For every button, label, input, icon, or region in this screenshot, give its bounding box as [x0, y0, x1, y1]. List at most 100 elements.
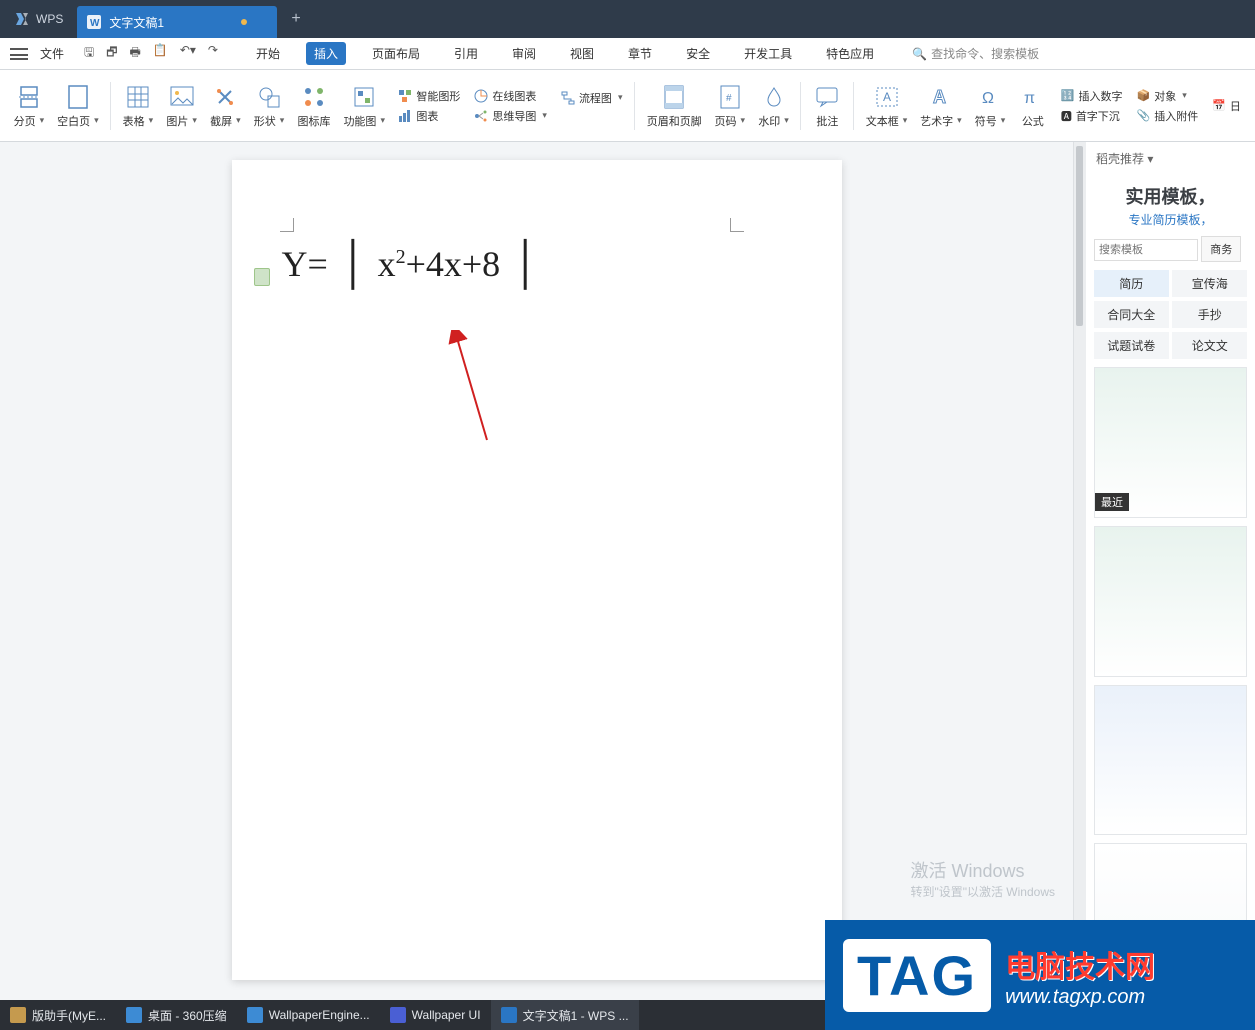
svg-text:#: #	[726, 93, 732, 104]
taskbar-item[interactable]: 版助手(MyE...	[0, 1000, 116, 1030]
tab-insert[interactable]: 插入	[306, 42, 346, 65]
paragraph-marker-icon[interactable]	[254, 268, 270, 286]
equation-button[interactable]: π 公式	[1013, 70, 1053, 141]
page-break-button[interactable]: 分页	[8, 70, 50, 141]
comment-label: 批注	[816, 113, 838, 129]
paste-icon[interactable]: 📋	[153, 43, 168, 64]
online-chart-button[interactable]: 在线图表	[474, 88, 547, 104]
chart-icon	[398, 109, 412, 123]
tab-review[interactable]: 审阅	[504, 42, 544, 65]
scrollbar-thumb[interactable]	[1076, 146, 1083, 326]
online-chart-label: 在线图表	[492, 88, 536, 104]
comment-button[interactable]: 批注	[807, 70, 847, 141]
save-icon[interactable]: 🖫	[84, 43, 94, 64]
print-icon[interactable]: 🖶	[130, 43, 141, 64]
panel-subtitle: 专业简历模板，	[1086, 211, 1255, 236]
tab-start[interactable]: 开始	[248, 42, 288, 65]
picture-button[interactable]: 图片	[161, 70, 203, 141]
smart-graphic-label: 智能图形	[416, 88, 460, 104]
smart-graphic-button[interactable]: 智能图形	[398, 88, 460, 104]
tab-developer[interactable]: 开发工具	[736, 42, 800, 65]
template-categories: 简历 宣传海 合同大全 手抄 试题试卷 论文文	[1092, 268, 1249, 361]
wordart-button[interactable]: A 艺术字	[915, 70, 967, 141]
object-button[interactable]: 📦对象	[1137, 88, 1199, 104]
date-label: 日	[1230, 98, 1241, 114]
redo-icon[interactable]: ↷	[208, 43, 218, 64]
tab-special[interactable]: 特色应用	[818, 42, 882, 65]
category-poster[interactable]: 宣传海	[1172, 270, 1247, 297]
category-handout[interactable]: 手抄	[1172, 301, 1247, 328]
func-diagram-label: 功能图	[343, 113, 385, 129]
watermark-label: 水印	[758, 113, 789, 129]
drop-cap-label: 首字下沉	[1076, 108, 1120, 124]
template-thumbnail[interactable]: 最近	[1094, 367, 1247, 518]
vertical-scrollbar[interactable]	[1073, 142, 1085, 1000]
red-arrow-annotation-icon	[447, 330, 507, 450]
category-exam[interactable]: 试题试卷	[1094, 332, 1169, 359]
online-chart-icon	[474, 89, 488, 103]
taskbar-item[interactable]: 桌面 - 360压缩	[116, 1000, 237, 1030]
command-search[interactable]: 🔍 查找命令、搜索模板	[912, 45, 1039, 62]
undo-icon[interactable]: ↶▾	[180, 43, 196, 64]
hamburger-icon[interactable]	[10, 48, 28, 60]
page-number-button[interactable]: # 页码	[709, 70, 751, 141]
tab-view[interactable]: 视图	[562, 42, 602, 65]
table-button[interactable]: 表格	[117, 70, 159, 141]
blank-page-icon	[64, 83, 92, 111]
blank-page-button[interactable]: 空白页	[52, 70, 104, 141]
watermark-line2: 转到"设置"以激活 Windows	[910, 883, 1055, 900]
attachment-button[interactable]: 📎插入附件	[1137, 108, 1199, 124]
taskbar-item-active[interactable]: 文字文稿1 - WPS ...	[491, 1000, 639, 1030]
equation-label: 公式	[1022, 113, 1044, 129]
insert-number-button[interactable]: 🔢插入数字	[1061, 88, 1123, 104]
template-thumbnail[interactable]	[1094, 526, 1247, 677]
file-menu[interactable]: 文件	[40, 45, 64, 62]
document-tab[interactable]: W 文字文稿1	[77, 6, 277, 38]
command-search-placeholder: 查找命令、搜索模板	[931, 45, 1039, 62]
taskbar-item[interactable]: WallpaperEngine...	[237, 1000, 380, 1030]
mindmap-button[interactable]: 思维导图	[474, 108, 547, 124]
symbol-label: 符号	[975, 113, 1006, 129]
new-tab-button[interactable]: +	[277, 0, 314, 38]
table-label: 表格	[123, 113, 154, 129]
mindmap-icon	[474, 109, 488, 123]
app-tab[interactable]: WPS	[0, 0, 77, 38]
flowchart-button[interactable]: 流程图	[561, 90, 623, 106]
screenshot-button[interactable]: 截屏	[204, 70, 246, 141]
app-icon	[126, 1007, 142, 1023]
icon-library-button[interactable]: 图标库	[292, 70, 336, 141]
category-resume[interactable]: 简历	[1094, 270, 1169, 297]
template-search-category[interactable]: 商务	[1201, 236, 1241, 262]
overlay-url: www.tagxp.com	[1005, 986, 1155, 1009]
tab-page-layout[interactable]: 页面布局	[364, 42, 428, 65]
category-paper[interactable]: 论文文	[1172, 332, 1247, 359]
watermark-button[interactable]: 水印	[753, 70, 795, 141]
overlay-cn: 电脑技术网	[1005, 942, 1155, 986]
table-icon	[124, 83, 152, 111]
template-thumbnails: 最近	[1086, 361, 1255, 1000]
formula-text[interactable]: Y= │ x2+4x+8 │	[282, 240, 792, 288]
tab-chapter[interactable]: 章节	[620, 42, 660, 65]
template-thumbnail[interactable]	[1094, 685, 1247, 836]
equation-icon: π	[1019, 83, 1047, 111]
template-search-input[interactable]	[1094, 239, 1198, 261]
print-preview-icon[interactable]: 🗗	[106, 43, 117, 64]
category-contract[interactable]: 合同大全	[1094, 301, 1169, 328]
textbox-button[interactable]: A 文本框	[860, 70, 912, 141]
drop-cap-icon: 🅰	[1061, 108, 1072, 124]
tab-modified-dot-icon	[241, 19, 247, 25]
date-button[interactable]: 📅日	[1212, 98, 1241, 114]
picture-icon	[168, 83, 196, 111]
chart-label: 图表	[416, 108, 438, 124]
symbol-button[interactable]: Ω 符号	[969, 70, 1011, 141]
tab-references[interactable]: 引用	[446, 42, 486, 65]
plus-icon: +	[291, 10, 300, 28]
tab-security[interactable]: 安全	[678, 42, 718, 65]
chart-button[interactable]: 图表	[398, 108, 460, 124]
svg-text:Ω: Ω	[982, 90, 994, 107]
drop-cap-button[interactable]: 🅰首字下沉	[1061, 108, 1123, 124]
taskbar-item[interactable]: Wallpaper UI	[380, 1000, 491, 1030]
shapes-button[interactable]: 形状	[248, 70, 290, 141]
func-diagram-button[interactable]: 功能图	[338, 70, 390, 141]
header-footer-button[interactable]: 页眉和页脚	[641, 70, 707, 141]
